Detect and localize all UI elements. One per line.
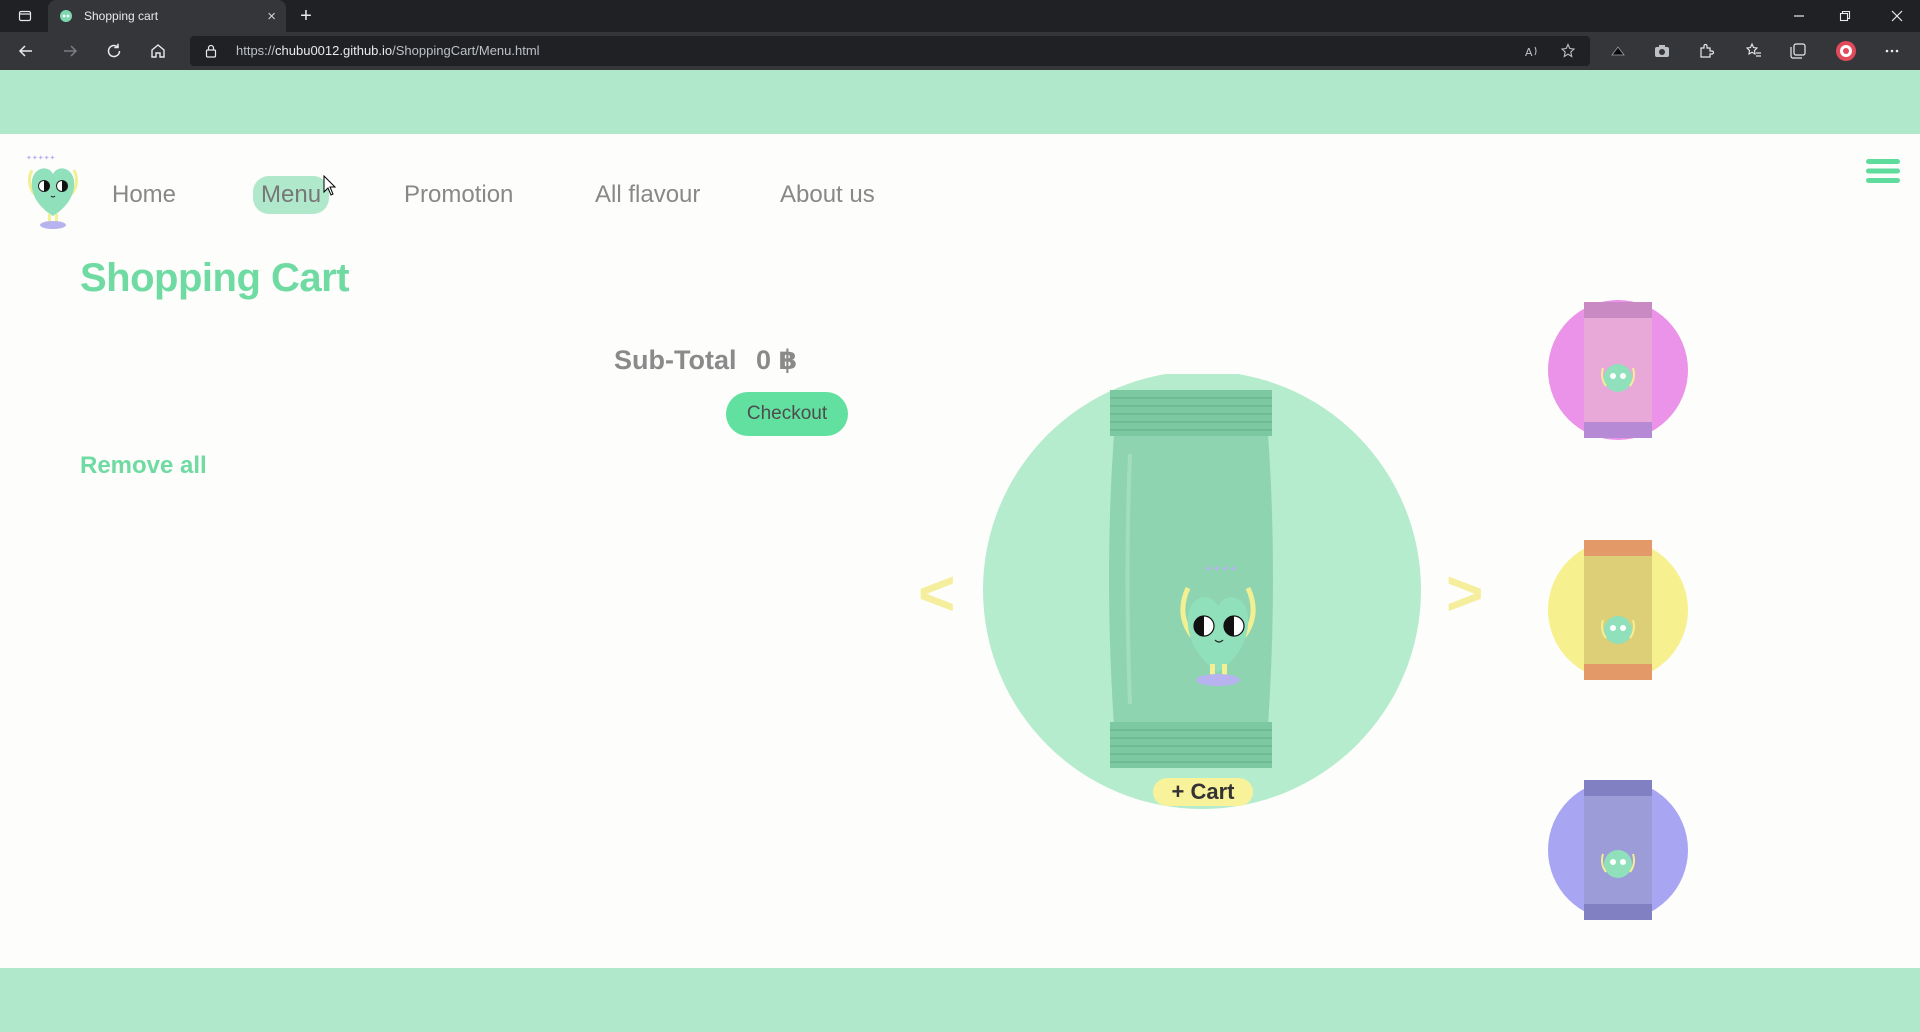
- svg-text:✦✦✦✦✦: ✦✦✦✦✦: [26, 154, 55, 162]
- add-to-cart-button[interactable]: + Cart: [1153, 778, 1253, 806]
- nav-all-flavour[interactable]: All flavour: [595, 176, 700, 214]
- checkout-button[interactable]: Checkout: [726, 392, 848, 436]
- featured-product[interactable]: ✦✦✦✦: [980, 374, 1440, 814]
- collections-icon[interactable]: [1782, 36, 1814, 66]
- address-bar[interactable]: https://chubu0012.github.io/ShoppingCart…: [190, 36, 1590, 66]
- add-favorite-icon[interactable]: [1552, 36, 1584, 66]
- tab-close-icon[interactable]: ×: [267, 8, 276, 25]
- thumbnail-yellow-flavour[interactable]: [1544, 536, 1692, 684]
- svg-text:A: A: [1525, 46, 1533, 59]
- more-options-icon[interactable]: [1876, 36, 1908, 66]
- remove-all-link[interactable]: Remove all: [80, 452, 207, 480]
- nav-promotion[interactable]: Promotion: [404, 176, 513, 214]
- screenshot-icon[interactable]: [1646, 36, 1678, 66]
- read-aloud-icon[interactable]: A: [1516, 36, 1548, 66]
- nav-menu[interactable]: Menu: [253, 176, 330, 214]
- browser-tab[interactable]: Shopping cart ×: [48, 0, 286, 32]
- tab-favicon-icon: [60, 10, 72, 22]
- hamburger-menu-icon[interactable]: [1866, 158, 1900, 184]
- browser-titlebar: Shopping cart × +: [0, 0, 1920, 32]
- thumbnail-pink-flavour[interactable]: [1544, 296, 1692, 444]
- mouse-cursor-icon: [323, 175, 337, 196]
- logo-mascot-icon[interactable]: ✦✦✦✦✦: [20, 152, 86, 232]
- forward-icon[interactable]: [54, 36, 86, 66]
- header-band: [0, 70, 1920, 134]
- subtotal-value: 0 ฿: [756, 345, 798, 375]
- refresh-icon[interactable]: [98, 36, 130, 66]
- profile-avatar[interactable]: [1830, 36, 1862, 66]
- extension-game-icon[interactable]: [1602, 36, 1634, 66]
- carousel-prev-button[interactable]: <: [918, 556, 955, 630]
- subtotal-label: Sub-Total: [614, 345, 737, 375]
- footer-band: [0, 968, 1920, 1032]
- close-window-icon[interactable]: [1874, 0, 1920, 32]
- tab-actions-icon[interactable]: [2, 0, 48, 32]
- tab-title: Shopping cart: [84, 9, 159, 23]
- home-icon[interactable]: [142, 36, 174, 66]
- lock-icon: [205, 44, 217, 58]
- back-icon[interactable]: [10, 36, 42, 66]
- favorites-icon[interactable]: [1738, 36, 1770, 66]
- thumbnail-purple-flavour[interactable]: [1544, 776, 1692, 924]
- new-tab-icon[interactable]: +: [292, 2, 320, 30]
- nav-about-us[interactable]: About us: [780, 176, 875, 214]
- nav-home[interactable]: Home: [112, 176, 176, 214]
- browser-toolbar: https://chubu0012.github.io/ShoppingCart…: [0, 32, 1920, 70]
- restore-icon[interactable]: [1822, 0, 1868, 32]
- extensions-icon[interactable]: [1690, 36, 1722, 66]
- carousel-next-button[interactable]: >: [1446, 556, 1483, 630]
- svg-text:✦✦✦✦: ✦✦✦✦: [1204, 564, 1238, 575]
- url-text: https://chubu0012.github.io/ShoppingCart…: [236, 43, 540, 58]
- page-title: Shopping Cart: [80, 256, 350, 300]
- minimize-icon[interactable]: [1776, 0, 1822, 32]
